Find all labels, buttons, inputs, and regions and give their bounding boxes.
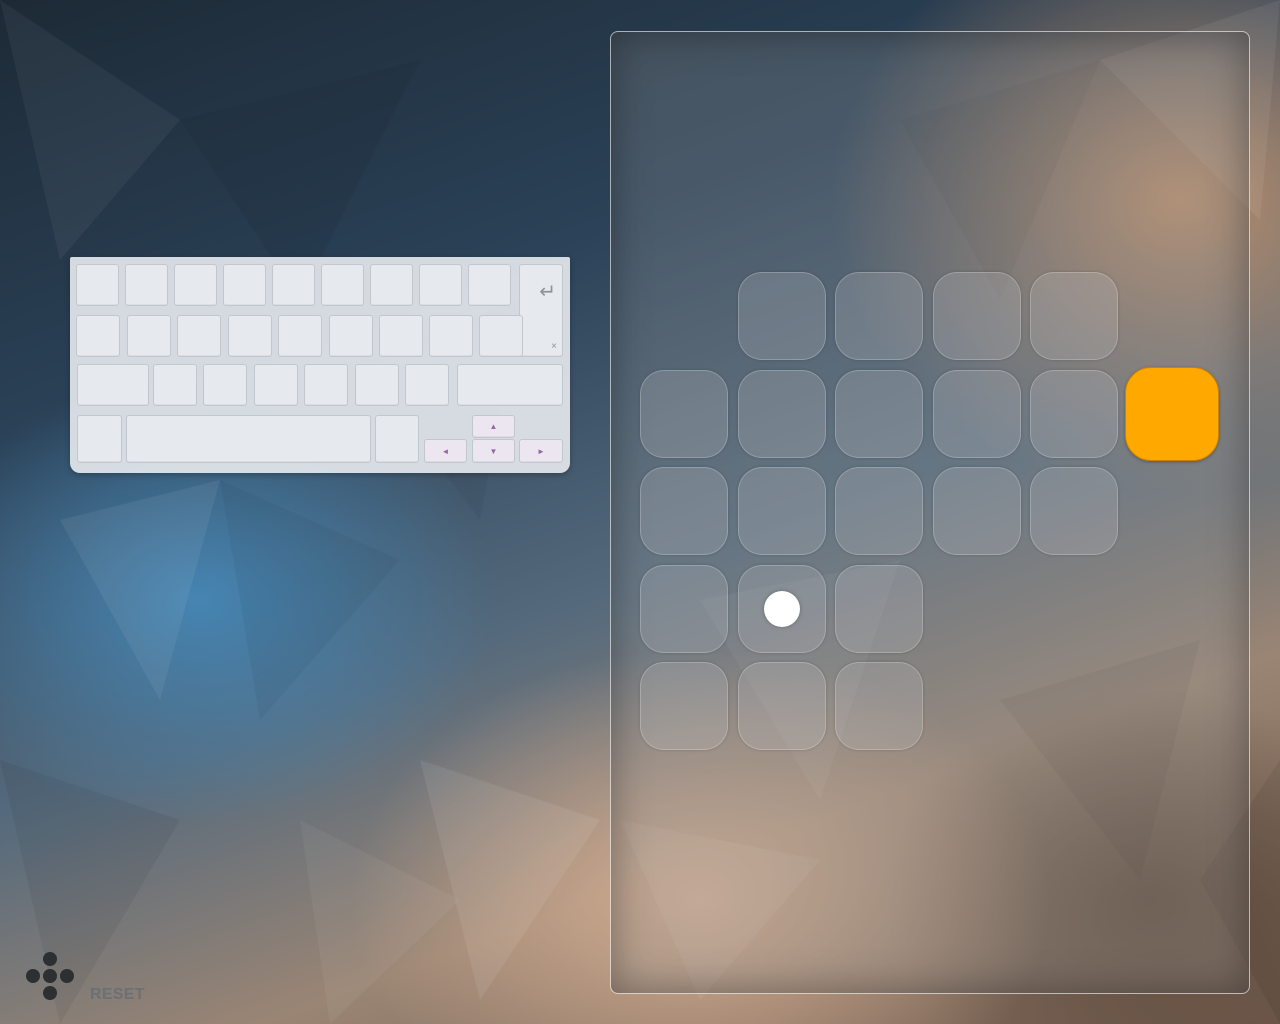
key[interactable] (272, 264, 315, 306)
key[interactable] (76, 315, 120, 357)
key[interactable] (203, 364, 247, 406)
arrow-down-key[interactable]: ▼ (472, 439, 515, 463)
key[interactable] (468, 264, 511, 306)
board-tile (932, 369, 1021, 458)
dots-menu-icon (24, 952, 76, 1004)
reset-button[interactable]: RESET (90, 986, 145, 1004)
board-tile (640, 662, 728, 750)
key[interactable] (329, 315, 373, 357)
board-tile (1030, 369, 1118, 458)
key[interactable] (370, 264, 413, 306)
board-tile (737, 662, 826, 750)
board-tile (835, 564, 923, 653)
arrow-left-key[interactable]: ◄ (424, 439, 467, 463)
arrow-up-icon: ▲ (489, 422, 498, 431)
board-tile (737, 369, 826, 458)
key[interactable] (278, 315, 322, 357)
key[interactable] (375, 415, 419, 463)
board-tile (835, 369, 923, 458)
arrow-right-icon: ► (537, 446, 545, 456)
key[interactable] (405, 364, 449, 406)
board-tile (640, 467, 728, 555)
key[interactable] (76, 264, 119, 306)
goal-tile (1124, 366, 1219, 461)
key[interactable] (379, 315, 423, 357)
board-tile (640, 369, 728, 458)
key[interactable] (304, 364, 348, 406)
key[interactable] (355, 364, 399, 406)
delete-x-icon: × (551, 341, 557, 352)
key[interactable] (254, 364, 298, 406)
arrow-left-icon: ◄ (441, 446, 450, 456)
key[interactable] (127, 315, 171, 357)
space-key[interactable] (126, 415, 371, 463)
key[interactable] (77, 415, 122, 463)
key[interactable] (429, 315, 473, 357)
board-tile (1030, 272, 1118, 360)
enter-key[interactable]: ↵ × (519, 264, 563, 357)
board-tile (835, 272, 923, 360)
arrow-down-icon: ▼ (489, 446, 498, 456)
key[interactable] (419, 264, 462, 306)
board-tile (640, 564, 728, 653)
key[interactable] (177, 315, 221, 357)
arrow-right-key[interactable]: ► (519, 439, 563, 463)
key[interactable] (174, 264, 217, 306)
board-tile (1030, 467, 1118, 555)
board-tile (835, 662, 923, 750)
key[interactable] (77, 364, 149, 406)
player-ball (763, 590, 800, 627)
board-tile (835, 467, 923, 555)
key[interactable] (153, 364, 197, 406)
board-tile (932, 272, 1021, 360)
key[interactable] (125, 264, 168, 306)
game-board (610, 31, 1250, 994)
enter-arrow-icon: ↵ (539, 281, 556, 303)
key[interactable] (223, 264, 266, 306)
key[interactable] (479, 315, 523, 357)
reset-control[interactable]: RESET (24, 952, 154, 1004)
key[interactable] (321, 264, 364, 306)
key[interactable] (457, 364, 563, 406)
board-tile (737, 467, 826, 555)
keyboard-panel: ↵ × ▲ ◄ ▼ ► (70, 257, 570, 473)
board-tile (932, 467, 1021, 555)
arrow-up-key[interactable]: ▲ (472, 415, 515, 438)
board-tile (737, 272, 826, 360)
key[interactable] (228, 315, 272, 357)
